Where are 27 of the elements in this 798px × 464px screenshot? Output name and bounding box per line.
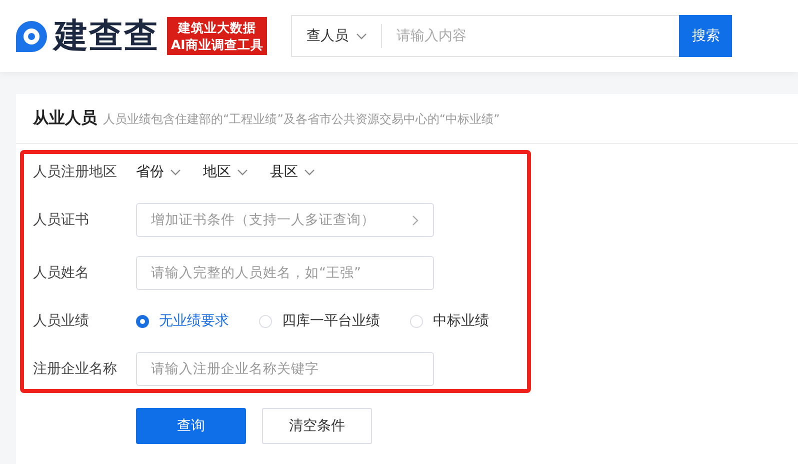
- input-field[interactable]: 请输入完整的人员姓名，如“王强”: [136, 256, 434, 290]
- dropdown[interactable]: 省份: [136, 163, 181, 181]
- clear-button[interactable]: 清空条件: [262, 408, 372, 444]
- query-button[interactable]: 查询: [136, 408, 246, 444]
- dropdown[interactable]: 县区: [270, 163, 315, 181]
- field-label: 人员证书: [33, 211, 90, 229]
- radio-option[interactable]: 四库一平台业绩: [259, 312, 380, 330]
- chevron-right-icon: [412, 214, 419, 226]
- section-title: 从业人员: [33, 108, 97, 129]
- section-subtitle: 人员业绩包含住建部的“工程业绩”及各省市公共资源交易中心的“中标业绩”: [103, 111, 500, 128]
- dropdown[interactable]: 地区: [203, 163, 248, 181]
- logo-icon: [15, 20, 48, 52]
- chevron-down-icon: [304, 168, 315, 176]
- slogan-badge: 建筑业大数据 AI商业调查工具: [167, 17, 268, 55]
- search-button[interactable]: 搜索: [679, 15, 732, 57]
- chevron-down-icon: [356, 32, 368, 40]
- chevron-down-icon: [237, 168, 248, 176]
- radio-option[interactable]: 中标业绩: [410, 312, 489, 330]
- field-label: 人员业绩: [33, 312, 90, 330]
- field-label: 注册企业名称: [33, 360, 118, 378]
- logo-text: 建查查: [54, 19, 159, 53]
- input-field[interactable]: 请输入注册企业名称关键字: [136, 352, 434, 386]
- chevron-down-icon: [170, 168, 181, 176]
- radio-option[interactable]: 无业绩要求: [136, 312, 229, 330]
- field-label: 人员姓名: [33, 264, 90, 282]
- search-bar[interactable]: 查人员 请输入内容 搜索: [291, 15, 732, 57]
- field-label: 人员注册地区: [33, 163, 118, 181]
